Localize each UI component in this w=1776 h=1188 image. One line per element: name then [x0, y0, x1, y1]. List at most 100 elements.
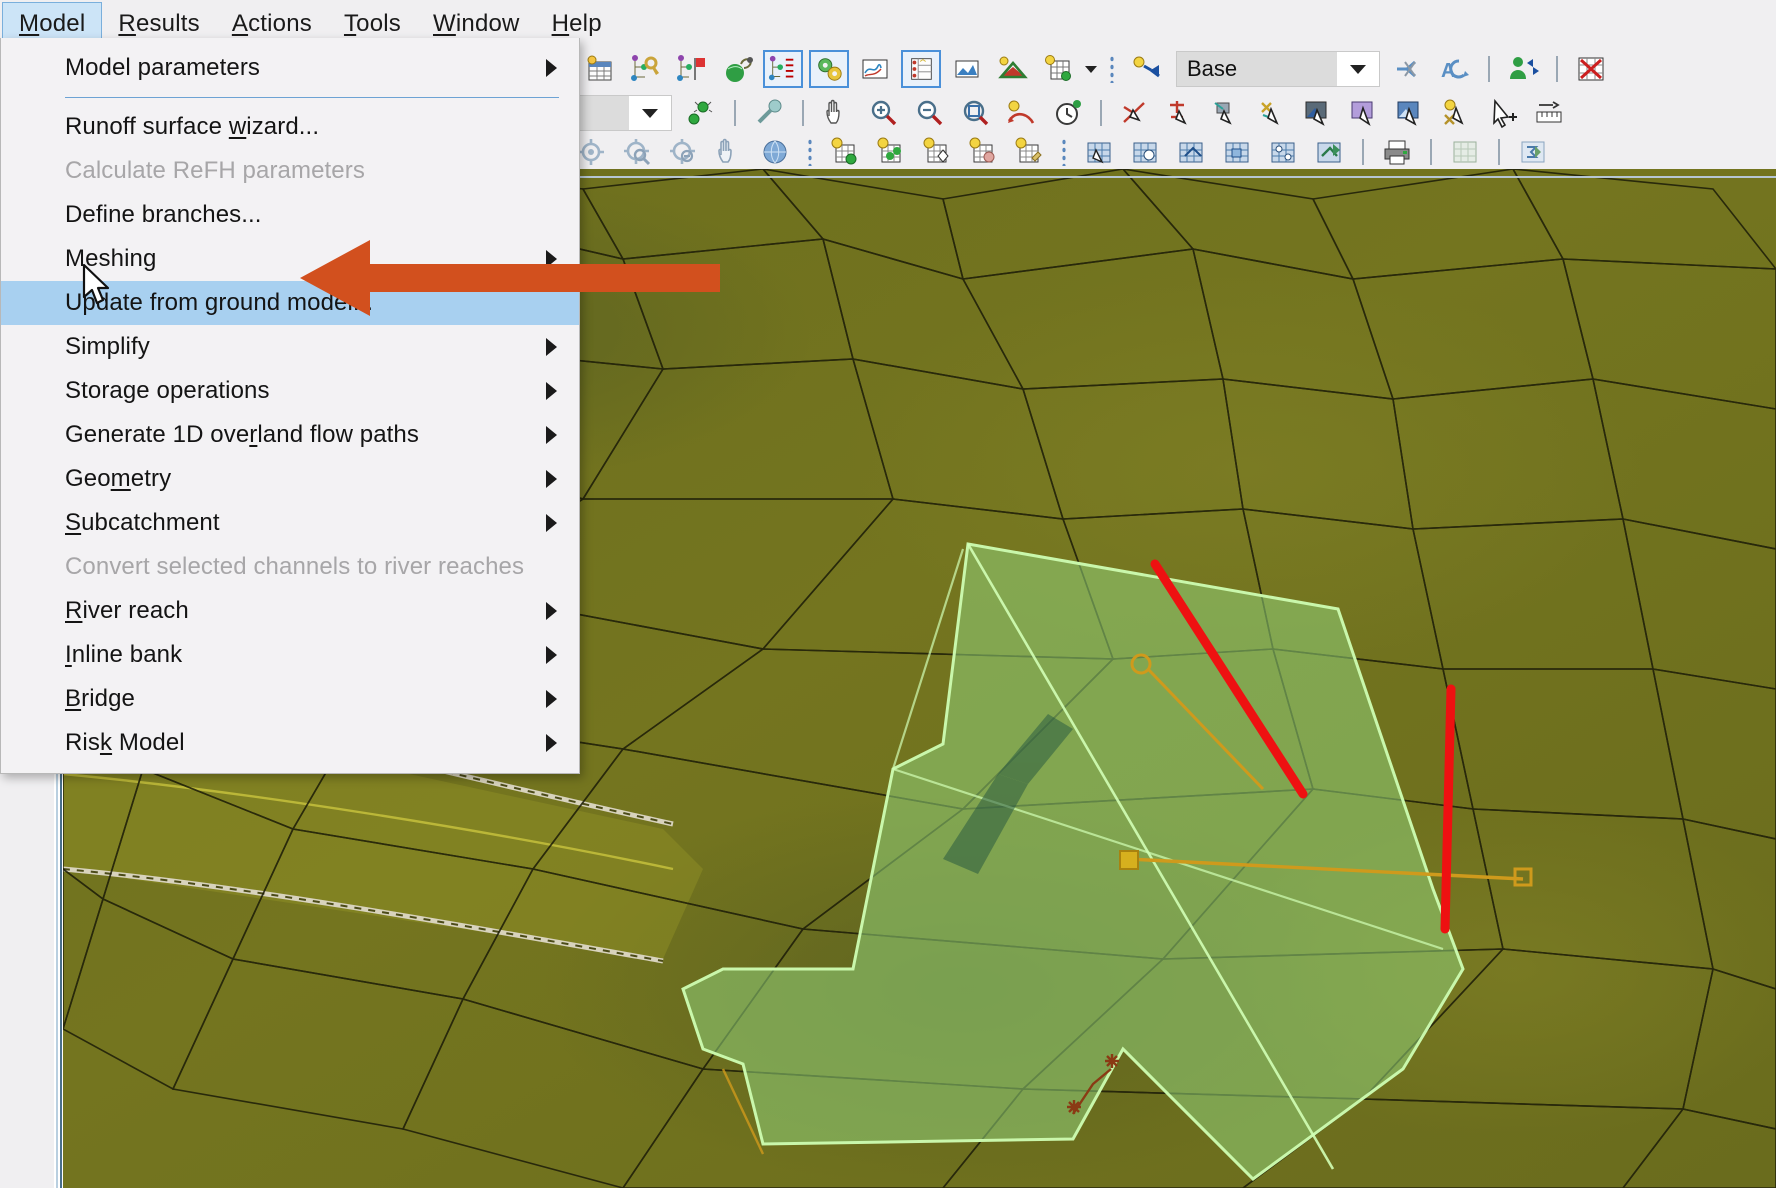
menu-item-label: Inline bank	[65, 641, 183, 668]
model-menu-popup[interactable]: Model parameters Runoff surface wizard...…	[0, 38, 580, 774]
menu-item-risk-model[interactable]: Risk Model	[1, 721, 579, 765]
calendar-table-icon[interactable]	[579, 50, 619, 88]
select-network-icon[interactable]	[1299, 94, 1339, 132]
select-region-icon[interactable]	[1345, 94, 1385, 132]
pan-hand-icon[interactable]	[709, 133, 749, 171]
scenario-combo-chevron-down-icon[interactable]	[1337, 52, 1379, 86]
pan-hand-icon[interactable]	[817, 94, 857, 132]
delete-table-icon[interactable]	[1571, 50, 1611, 88]
select-mesh-icon[interactable]	[1437, 94, 1477, 132]
toolbar-grip[interactable]	[807, 138, 813, 166]
menu-item-subcatchment[interactable]: Subcatchment	[1, 501, 579, 545]
submenu-chevron-right-icon	[546, 426, 557, 444]
mesh-add-icon[interactable]	[825, 133, 865, 171]
split-link-icon[interactable]	[1161, 94, 1201, 132]
submenu-chevron-right-icon	[546, 338, 557, 356]
zoom-region-icon[interactable]	[955, 94, 995, 132]
menu-item-storage-operations[interactable]: Storage operations	[1, 369, 579, 413]
add-user-icon[interactable]	[1503, 50, 1543, 88]
menubar-item-window-label: Window	[433, 9, 520, 37]
scenario-combo[interactable]: Base	[1176, 51, 1380, 87]
toolbar-separator	[1362, 139, 1364, 165]
mesh-cross-icon[interactable]	[1253, 94, 1293, 132]
snap-node-icon[interactable]	[681, 94, 721, 132]
select-raster-icon[interactable]	[1391, 94, 1431, 132]
globe-icon[interactable]	[755, 133, 795, 171]
network-key-icon[interactable]	[625, 50, 665, 88]
target-snap-icon[interactable]	[663, 133, 703, 171]
flow-direction-icon[interactable]	[1001, 94, 1041, 132]
menu-item-label: Risk Model	[65, 729, 185, 756]
measure-tool-icon[interactable]	[749, 94, 789, 132]
time-clock-icon[interactable]	[1047, 94, 1087, 132]
merge-nodes-icon[interactable]	[1207, 94, 1247, 132]
menu-item-inline-bank[interactable]: Inline bank	[1, 633, 579, 677]
menu-item-label: Generate 1D overland flow paths	[65, 421, 419, 448]
classify-icon[interactable]	[947, 50, 987, 88]
menu-item-simplify[interactable]: Simplify	[1, 325, 579, 369]
scenario-combo-value: Base	[1177, 52, 1337, 86]
network-flag-icon[interactable]	[671, 50, 711, 88]
mesh-export-icon[interactable]	[1309, 133, 1349, 171]
mesh-select-icon[interactable]	[1217, 133, 1257, 171]
gears-icon[interactable]	[809, 50, 849, 88]
toolbar-grip[interactable]	[1061, 138, 1067, 166]
submenu-chevron-right-icon	[546, 59, 557, 77]
menu-separator	[65, 97, 559, 98]
menu-item-label: Bridge	[65, 685, 135, 712]
submenu-chevron-right-icon	[546, 602, 557, 620]
target-zoom-icon[interactable]	[617, 133, 657, 171]
mesh-group-icon[interactable]	[1263, 133, 1303, 171]
network-globe-icon[interactable]	[717, 50, 757, 88]
submenu-chevron-right-icon	[546, 250, 557, 268]
toolbar-separator	[1556, 56, 1558, 82]
terrain-wedge-icon[interactable]	[993, 50, 1033, 88]
toolbar-separator	[1488, 56, 1490, 82]
network-combo-chevron-down-icon[interactable]	[629, 96, 671, 130]
menu-item-label: Define branches...	[65, 201, 262, 228]
menubar-item-model-label: Model	[19, 9, 86, 37]
menu-item-river-reach[interactable]: River reach	[1, 589, 579, 633]
submenu-chevron-right-icon	[546, 514, 557, 532]
menu-item-geometry[interactable]: Geometry	[1, 457, 579, 501]
menu-item-label: Storage operations	[65, 377, 270, 404]
submenu-chevron-right-icon	[546, 646, 557, 664]
printer-icon[interactable]	[1377, 133, 1417, 171]
mesh-edit-icon[interactable]	[1009, 133, 1049, 171]
menu-item-define-branches[interactable]: Define branches...	[1, 193, 579, 237]
zoom-out-icon[interactable]	[909, 94, 949, 132]
toolbar-separator	[1100, 100, 1102, 126]
summary-sheet-icon[interactable]	[1513, 133, 1553, 171]
submenu-chevron-right-icon	[546, 690, 557, 708]
select-pointer-icon[interactable]	[1483, 94, 1523, 132]
menu-item-label: Geometry	[65, 465, 172, 492]
menu-item-label: River reach	[65, 597, 189, 624]
toolbar-separator	[1430, 139, 1432, 165]
mesh-node-icon[interactable]	[871, 133, 911, 171]
toolbar-separator	[1498, 139, 1500, 165]
grid-report-icon[interactable]	[1445, 133, 1485, 171]
menu-item-model-parameters[interactable]: Model parameters	[1, 46, 579, 90]
split-branch-icon[interactable]	[1389, 50, 1429, 88]
mesh-poly-icon[interactable]	[917, 133, 957, 171]
split-network-icon[interactable]	[1127, 50, 1167, 88]
chevron-down-icon[interactable]	[1082, 50, 1100, 88]
menu-item-generate-1d-overland-flow-paths[interactable]: Generate 1D overland flow paths	[1, 413, 579, 457]
menu-item-runoff-surface-wizard[interactable]: Runoff surface wizard...	[1, 105, 579, 149]
link-nodes-icon[interactable]	[1115, 94, 1155, 132]
measure-ruler-icon[interactable]	[1529, 94, 1569, 132]
mesh-link-icon[interactable]	[1171, 133, 1211, 171]
autoscale-text-icon[interactable]: A	[1435, 50, 1475, 88]
chart-picture-icon[interactable]	[855, 50, 895, 88]
menubar-item-help-label: Help	[551, 9, 602, 37]
network-wave-icon[interactable]	[763, 50, 803, 88]
mesh-zone-icon[interactable]	[1125, 133, 1165, 171]
report-table-icon[interactable]	[901, 50, 941, 88]
toolbar-grip[interactable]	[1109, 55, 1115, 83]
mesh-green-node-icon[interactable]	[1039, 50, 1079, 88]
menu-item-label: Calculate ReFH parameters	[65, 157, 365, 184]
mesh-clear-icon[interactable]	[1079, 133, 1119, 171]
menu-item-bridge[interactable]: Bridge	[1, 677, 579, 721]
mesh-region-icon[interactable]	[963, 133, 1003, 171]
zoom-in-icon[interactable]	[863, 94, 903, 132]
